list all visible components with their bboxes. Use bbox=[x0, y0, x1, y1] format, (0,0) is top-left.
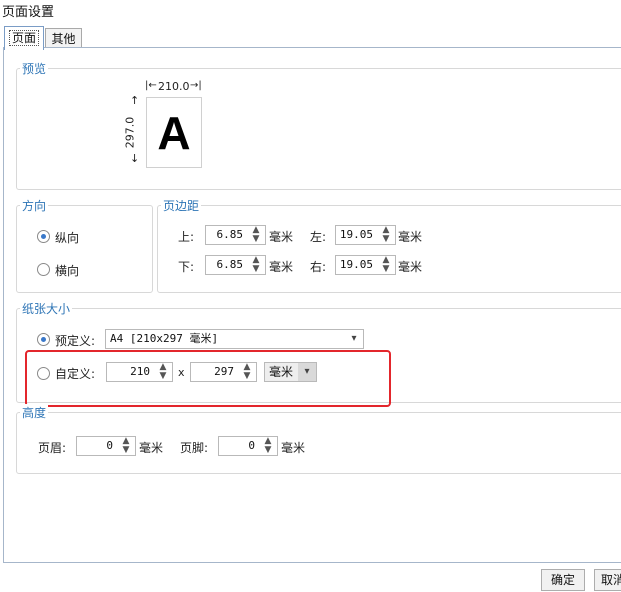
margin-right-value: 19.05 bbox=[339, 258, 373, 271]
margins-title: 页边距 bbox=[161, 197, 202, 214]
margin-left-spinner[interactable]: 19.05 ▲ ▼ bbox=[335, 225, 396, 245]
height-dimension: ↑ 297.0 ↓ bbox=[123, 94, 144, 168]
predefined-label: 预定义: bbox=[55, 334, 96, 348]
preview-title: 预览 bbox=[20, 60, 49, 77]
preview-group bbox=[16, 68, 621, 190]
paper-size-title: 纸张大小 bbox=[20, 300, 73, 317]
tab-page[interactable]: 页面 bbox=[4, 26, 44, 50]
landscape-radio[interactable] bbox=[37, 263, 50, 276]
margin-bottom-label: 下: bbox=[178, 260, 195, 274]
dim-up-icon: ↑ bbox=[130, 94, 140, 107]
spin-down-icon[interactable]: ▼ bbox=[247, 265, 265, 274]
width-dimension: |← 210.0 →| bbox=[145, 80, 205, 95]
header-label: 页眉: bbox=[38, 441, 67, 455]
spin-down-icon[interactable]: ▼ bbox=[377, 265, 395, 274]
orientation-title: 方向 bbox=[20, 197, 49, 214]
height-title: 高度 bbox=[20, 404, 49, 421]
page-preview: A bbox=[146, 97, 202, 168]
orientation-group bbox=[16, 205, 153, 293]
preview-letter: A bbox=[157, 107, 191, 159]
header-unit: 毫米 bbox=[139, 441, 164, 455]
margin-top-unit: 毫米 bbox=[269, 230, 294, 244]
chevron-down-icon: ▾ bbox=[351, 333, 357, 344]
margin-left-label: 左: bbox=[310, 230, 327, 244]
spin-down-icon[interactable]: ▼ bbox=[377, 235, 395, 244]
spin-down-icon[interactable]: ▼ bbox=[117, 446, 135, 455]
highlight-box bbox=[25, 350, 391, 407]
landscape-label: 横向 bbox=[55, 264, 80, 278]
margin-top-value: 6.85 bbox=[216, 228, 244, 241]
spin-down-icon[interactable]: ▼ bbox=[247, 235, 265, 244]
margin-top-spinner[interactable]: 6.85 ▲ ▼ bbox=[205, 225, 266, 245]
footer-value: 0 bbox=[248, 439, 255, 452]
tab-page-label: 页面 bbox=[8, 30, 39, 46]
portrait-label: 纵向 bbox=[55, 231, 80, 245]
ok-button[interactable]: 确定 bbox=[541, 569, 585, 591]
dim-left-icon: |← bbox=[145, 80, 157, 91]
margin-left-unit: 毫米 bbox=[398, 230, 423, 244]
tab-other[interactable]: 其他 bbox=[45, 28, 82, 49]
window-title: 页面设置 bbox=[2, 5, 55, 20]
predefined-size-select[interactable]: A4 [210x297 毫米] ▾ bbox=[105, 329, 364, 349]
cancel-button[interactable]: 取消 bbox=[594, 569, 621, 591]
margin-top-label: 上: bbox=[178, 230, 195, 244]
margin-right-unit: 毫米 bbox=[398, 260, 423, 274]
portrait-radio[interactable] bbox=[37, 230, 50, 243]
dim-right-icon: →| bbox=[190, 80, 202, 91]
spin-down-icon[interactable]: ▼ bbox=[259, 446, 277, 455]
preview-width-label: 210.0 bbox=[158, 80, 190, 93]
dim-down-icon: ↓ bbox=[130, 152, 140, 165]
predefined-size-value: A4 [210x297 毫米] bbox=[110, 332, 219, 345]
footer-label: 页脚: bbox=[180, 441, 209, 455]
predefined-radio[interactable] bbox=[37, 333, 50, 346]
tab-other-label: 其他 bbox=[51, 32, 76, 46]
header-value: 0 bbox=[106, 439, 113, 452]
footer-unit: 毫米 bbox=[281, 441, 306, 455]
margin-left-value: 19.05 bbox=[339, 228, 373, 241]
footer-spinner[interactable]: 0 ▲ ▼ bbox=[218, 436, 278, 456]
margin-bottom-unit: 毫米 bbox=[269, 260, 294, 274]
margin-right-spinner[interactable]: 19.05 ▲ ▼ bbox=[335, 255, 396, 275]
margin-bottom-value: 6.85 bbox=[216, 258, 244, 271]
margin-right-label: 右: bbox=[310, 260, 327, 274]
header-spinner[interactable]: 0 ▲ ▼ bbox=[76, 436, 136, 456]
margin-bottom-spinner[interactable]: 6.85 ▲ ▼ bbox=[205, 255, 266, 275]
preview-height-label: 297.0 bbox=[123, 116, 137, 149]
margins-group bbox=[157, 205, 621, 293]
